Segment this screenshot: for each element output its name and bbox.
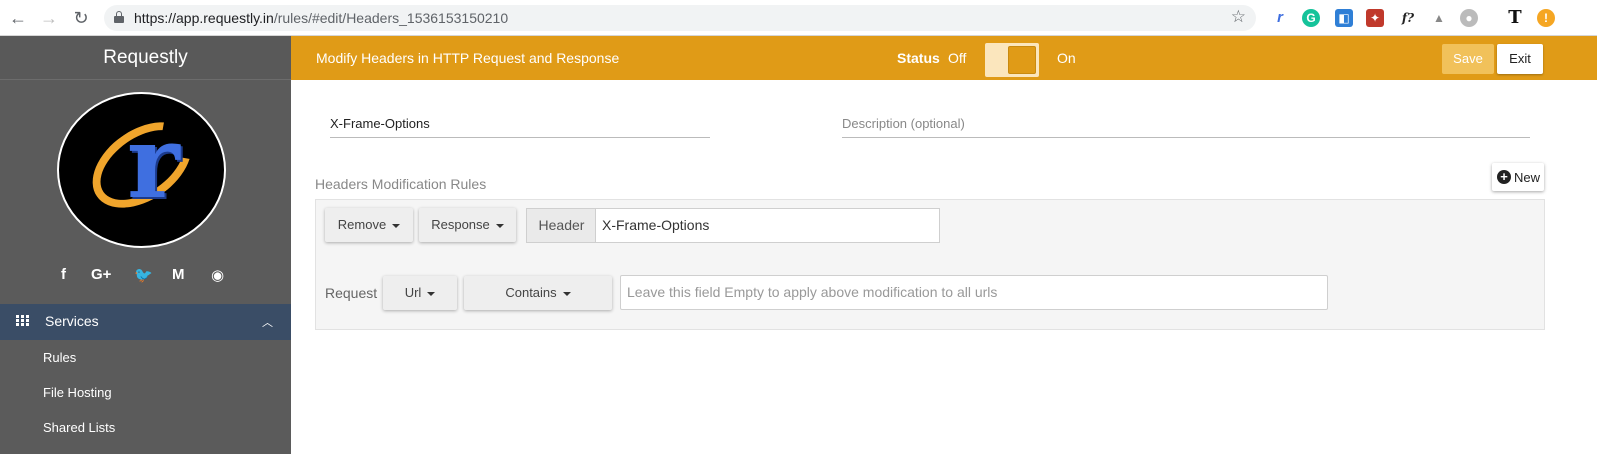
- source-operator-dropdown[interactable]: Contains: [464, 276, 612, 310]
- rule-name-input[interactable]: X-Frame-Options: [330, 116, 710, 138]
- status-label: Status: [897, 50, 940, 66]
- url-text[interactable]: https://app.requestly.in/rules/#edit/Hea…: [134, 10, 508, 26]
- source-url-input[interactable]: Leave this field Empty to apply above mo…: [620, 275, 1328, 310]
- status-off-label: Off: [948, 50, 967, 66]
- page-title: Modify Headers in HTTP Request and Respo…: [316, 50, 620, 66]
- caret-down-icon: [392, 223, 401, 228]
- requestly-extension-icon[interactable]: r: [1271, 9, 1289, 27]
- twitter-icon[interactable]: 🐦: [134, 266, 153, 284]
- caret-down-icon: [562, 291, 571, 296]
- section-title: Headers Modification Rules: [315, 176, 487, 192]
- caret-down-icon: [427, 291, 436, 296]
- medium-icon[interactable]: M: [172, 266, 185, 283]
- update-alert-icon[interactable]: !: [1537, 9, 1555, 27]
- back-icon[interactable]: ←: [8, 8, 28, 28]
- description-input[interactable]: Description (optional): [842, 116, 1530, 138]
- reload-icon[interactable]: ↻: [71, 8, 91, 28]
- exit-button[interactable]: Exit: [1497, 44, 1543, 74]
- target-type-dropdown[interactable]: Response: [419, 208, 516, 242]
- source-key-dropdown[interactable]: Url: [383, 276, 457, 310]
- chrome-icon[interactable]: ◉: [211, 266, 224, 284]
- extension-circle-icon[interactable]: ●: [1460, 9, 1478, 27]
- docs-extension-icon[interactable]: ◧: [1335, 9, 1353, 27]
- rule-editor-header: Modify Headers in HTTP Request and Respo…: [291, 36, 1597, 80]
- sidebar: Requestly r f G+ 🐦 M ◉ Services ︿ Rules …: [0, 36, 291, 454]
- font-extension-icon[interactable]: f?: [1397, 9, 1419, 27]
- lock-icon: [114, 11, 124, 23]
- status-toggle[interactable]: [985, 43, 1039, 77]
- typography-extension-icon[interactable]: T: [1505, 9, 1525, 27]
- drive-extension-icon[interactable]: ▲: [1430, 9, 1448, 27]
- grid-icon: [16, 315, 29, 326]
- forward-icon[interactable]: →: [39, 8, 59, 28]
- requestly-logo: r: [57, 92, 226, 248]
- extension-icon[interactable]: ✦: [1366, 9, 1384, 27]
- add-rule-button[interactable]: + New: [1492, 163, 1544, 191]
- caret-down-icon: [495, 223, 504, 228]
- modification-type-dropdown[interactable]: Remove: [325, 208, 413, 242]
- sidebar-item-rules[interactable]: Rules: [43, 350, 76, 365]
- services-menu-header[interactable]: Services ︿: [0, 304, 291, 340]
- address-bar[interactable]: https://app.requestly.in/rules/#edit/Hea…: [104, 5, 1256, 31]
- sidebar-item-shared-lists[interactable]: Shared Lists: [43, 420, 115, 435]
- bookmark-star-icon[interactable]: ☆: [1231, 7, 1246, 27]
- sidebar-item-file-hosting[interactable]: File Hosting: [43, 385, 112, 400]
- status-on-label: On: [1057, 50, 1076, 66]
- grammarly-extension-icon[interactable]: G: [1302, 9, 1320, 27]
- social-links: f G+ 🐦 M ◉: [0, 266, 291, 286]
- header-name-input[interactable]: X-Frame-Options: [595, 208, 940, 243]
- google-plus-icon[interactable]: G+: [91, 266, 111, 283]
- plus-circle-icon: +: [1497, 170, 1511, 184]
- browser-toolbar: ← → ↻ https://app.requestly.in/rules/#ed…: [0, 0, 1597, 36]
- request-label: Request: [325, 285, 378, 301]
- services-label: Services: [45, 313, 99, 329]
- facebook-icon[interactable]: f: [61, 266, 66, 283]
- header-addon-label: Header: [526, 208, 596, 243]
- save-button[interactable]: Save: [1442, 44, 1494, 74]
- brand-title[interactable]: Requestly: [0, 36, 291, 80]
- chevron-up-icon: ︿: [262, 317, 273, 329]
